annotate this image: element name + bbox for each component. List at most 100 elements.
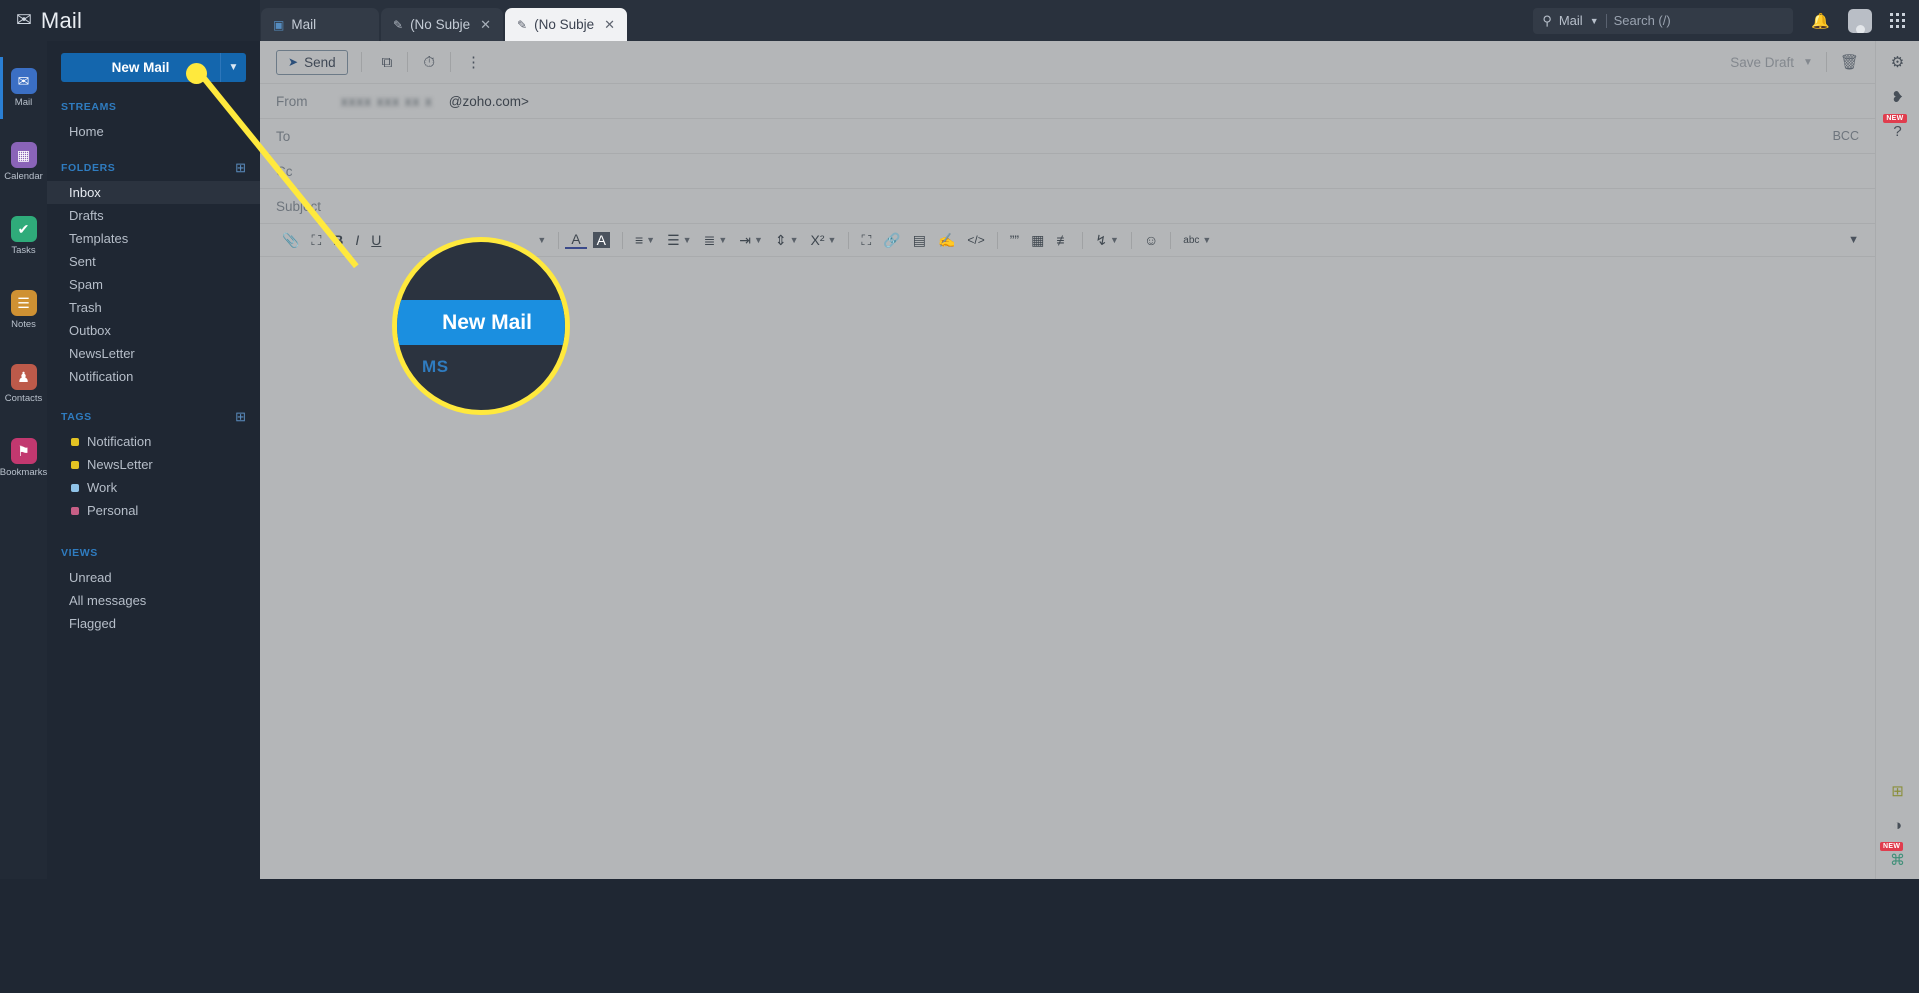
tag-notification[interactable]: Notification xyxy=(47,430,260,453)
chevron-down-icon[interactable]: ▼ xyxy=(220,53,246,82)
superscript-icon[interactable]: X² ▼ xyxy=(805,232,843,248)
add-widget-icon[interactable]: ⊞ xyxy=(1891,782,1904,800)
bookmarks-icon: ⚑ xyxy=(10,438,37,464)
extensions-icon[interactable]: NEW ⌘ xyxy=(1880,842,1905,869)
reminder-clock-icon[interactable]: ⏱ xyxy=(416,54,442,71)
sidebar-item-newsletter[interactable]: NewsLetter xyxy=(47,342,260,365)
tag-color-swatch xyxy=(71,460,79,469)
numbered-list-icon[interactable]: ≣ ▼ xyxy=(698,232,734,249)
help-icon[interactable]: NEW? xyxy=(1883,114,1907,140)
cc-row[interactable]: Cc xyxy=(260,154,1875,189)
indent-icon[interactable]: ⇥ ▼ xyxy=(733,232,769,249)
calendar-icon: ▦ xyxy=(10,142,37,168)
sidebar-item-templates[interactable]: Templates xyxy=(47,227,260,250)
settings-gear-icon[interactable]: ⚙ xyxy=(1891,53,1904,71)
signature-icon[interactable]: ✍ xyxy=(932,232,961,249)
divider xyxy=(996,231,998,249)
italic-icon[interactable]: I xyxy=(349,232,365,248)
tag-color-swatch xyxy=(71,483,79,492)
image-icon[interactable]: ⛶ xyxy=(855,232,877,249)
chevron-down-icon[interactable]: ▼ xyxy=(1590,16,1599,26)
right-rail: ⚙ ❥ NEW? ⊞ ◑ NEW ⌘ xyxy=(1875,41,1919,879)
subject-row[interactable]: Subject xyxy=(260,189,1875,224)
compose-pane: ➤ Send ⧉ ⏱ ⋮ Save Draft ▼ 🗑 From xxxx xx… xyxy=(260,41,1875,879)
table-grid-icon[interactable]: ▦ xyxy=(1025,232,1050,249)
underline-icon[interactable]: U xyxy=(365,232,387,248)
theme-toggle-icon[interactable]: ◑ xyxy=(1893,817,1902,834)
line-height-icon[interactable]: ⇕ ▼ xyxy=(769,232,805,249)
spellcheck-icon[interactable]: abc ▼ xyxy=(1177,235,1217,246)
close-icon[interactable]: ✕ xyxy=(480,17,491,33)
emoji-icon[interactable]: ☺ xyxy=(1138,232,1164,248)
rail-item-calendar[interactable]: ▦ Calendar xyxy=(0,125,47,199)
mail-tab-icon: ▣ xyxy=(273,17,285,32)
tag-newsletter[interactable]: NewsLetter xyxy=(47,453,260,476)
sidebar-item-spam[interactable]: Spam xyxy=(47,273,260,296)
schedule-send-icon[interactable]: ⧉ xyxy=(375,54,400,71)
insert-table-icon[interactable]: ▤ xyxy=(907,232,932,249)
sidebar-item-home[interactable]: Home xyxy=(47,120,260,143)
highlight-color-icon[interactable]: A xyxy=(592,232,610,248)
search-input[interactable]: Search (/) xyxy=(1614,13,1671,28)
callout-highlight-dot xyxy=(186,63,207,84)
from-row[interactable]: From xxxx xxx xx x @zoho.com> xyxy=(260,84,1875,119)
bullet-list-icon[interactable]: ☰ ▼ xyxy=(661,232,697,249)
rail-label: Contacts xyxy=(4,393,43,404)
send-button[interactable]: ➤ Send xyxy=(276,49,348,75)
tab-draft-2[interactable]: ✎ (No Subje ✕ xyxy=(505,8,628,41)
text-direction-icon[interactable]: ↯ ▼ xyxy=(1089,232,1125,249)
from-domain-value: @zoho.com> xyxy=(448,93,529,109)
tag-work[interactable]: Work xyxy=(47,476,260,499)
to-row[interactable]: To BCC xyxy=(260,119,1875,154)
insert-image-icon[interactable]: ⛶ xyxy=(305,232,327,249)
tab-mail[interactable]: ▣ Mail xyxy=(261,8,379,41)
add-folder-icon[interactable]: ⊞ xyxy=(235,160,246,176)
search-bar[interactable]: ⚲ Mail ▼ Search (/) xyxy=(1533,7,1794,34)
contacts-icon: ♟ xyxy=(10,364,37,390)
pencil-icon: ✎ xyxy=(517,17,528,32)
sidebar-item-unread[interactable]: Unread xyxy=(47,566,260,589)
collapse-toolbar-icon[interactable]: ▼ xyxy=(1848,234,1859,246)
save-draft-button[interactable]: Save Draft xyxy=(1730,55,1794,70)
attach-icon[interactable]: 📎 xyxy=(276,232,305,249)
code-icon[interactable]: </> xyxy=(961,233,990,247)
chevron-down-icon[interactable]: ▼ xyxy=(1803,57,1813,68)
sidebar-item-all-messages[interactable]: All messages xyxy=(47,589,260,612)
rail-item-contacts[interactable]: ♟ Contacts xyxy=(0,347,47,421)
tag-personal[interactable]: Personal xyxy=(47,499,260,522)
grid-apps-icon[interactable] xyxy=(1890,13,1905,28)
bell-icon[interactable]: 🔔 xyxy=(1811,12,1830,30)
rail-item-notes[interactable]: ☰ Notes xyxy=(0,273,47,347)
link-icon[interactable]: 🔗 xyxy=(877,232,906,249)
section-title: TAGS xyxy=(61,411,92,423)
zoho-apps-icon[interactable]: ❥ xyxy=(1891,88,1904,106)
close-icon[interactable]: ✕ xyxy=(604,17,615,33)
divider xyxy=(1605,13,1607,28)
search-scope-label[interactable]: Mail xyxy=(1559,13,1583,28)
top-right-controls: ⚲ Mail ▼ Search (/) 🔔 xyxy=(1533,0,1919,41)
sidebar-item-flagged[interactable]: Flagged xyxy=(47,612,260,635)
sidebar-item-inbox[interactable]: Inbox xyxy=(47,181,260,204)
sidebar-item-trash[interactable]: Trash xyxy=(47,296,260,319)
sidebar-item-sent[interactable]: Sent xyxy=(47,250,260,273)
tab-draft-1[interactable]: ✎ (No Subje ✕ xyxy=(381,8,504,41)
add-tag-icon[interactable]: ⊞ xyxy=(235,409,246,425)
text-color-icon[interactable]: A xyxy=(565,231,587,249)
clear-format-icon[interactable]: ≢ xyxy=(1050,232,1076,248)
sidebar-item-outbox[interactable]: Outbox xyxy=(47,319,260,342)
bcc-toggle[interactable]: BCC xyxy=(1833,129,1859,143)
quote-icon[interactable]: ”” xyxy=(1004,232,1025,248)
sidebar-item-drafts[interactable]: Drafts xyxy=(47,204,260,227)
more-options-icon[interactable]: ⋮ xyxy=(459,53,488,71)
pencil-icon: ✎ xyxy=(393,17,404,32)
rail-item-bookmarks[interactable]: ⚑ Bookmarks xyxy=(0,421,47,495)
rail-item-mail[interactable]: ✉ Mail xyxy=(0,51,47,125)
trash-icon[interactable]: 🗑 xyxy=(1840,53,1859,71)
tag-label: NewsLetter xyxy=(87,457,153,472)
align-icon[interactable]: ≡ ▼ xyxy=(629,232,661,248)
app-rail: ✉ Mail ▦ Calendar ✔ Tasks ☰ Notes ♟ Cont… xyxy=(0,41,47,879)
sidebar-item-notification[interactable]: Notification xyxy=(47,365,260,388)
to-label: To xyxy=(276,128,291,144)
avatar[interactable] xyxy=(1848,8,1872,33)
rail-item-tasks[interactable]: ✔ Tasks xyxy=(0,199,47,273)
